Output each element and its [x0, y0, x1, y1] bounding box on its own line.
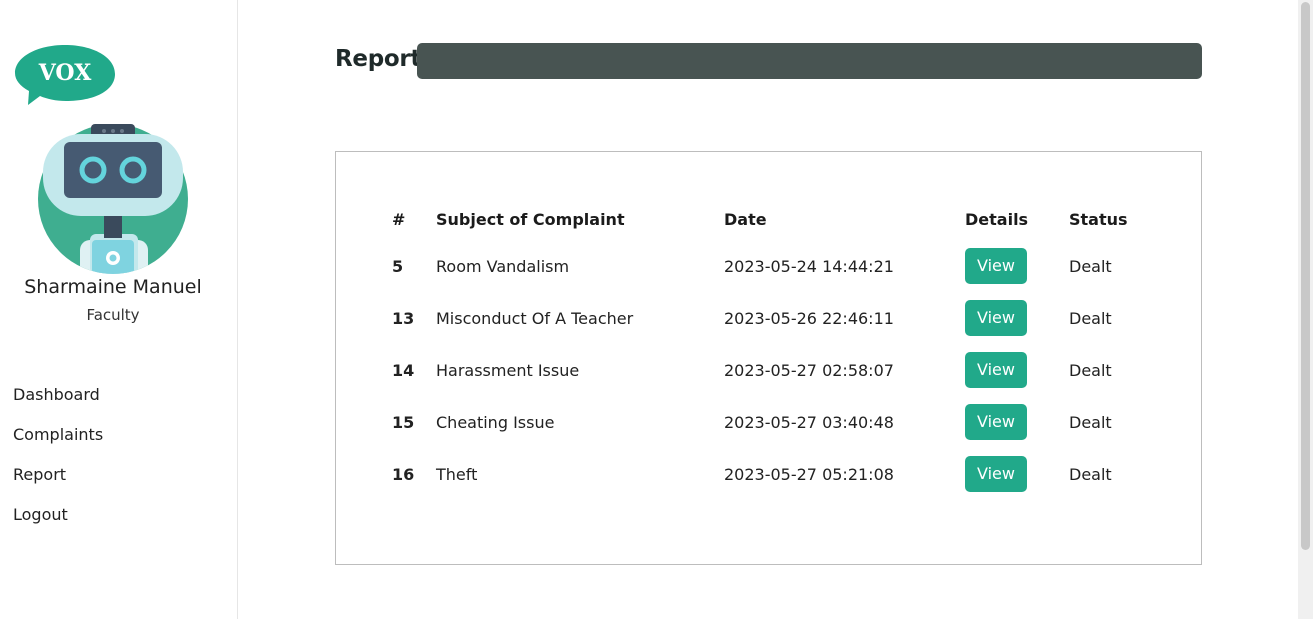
table-row: 13 Misconduct Of A Teacher 2023-05-26 22…: [384, 292, 1159, 344]
cell-subject: Harassment Issue: [436, 360, 580, 380]
cell-id: 16: [392, 464, 415, 484]
cell-date: 2023-05-26 22:46:11: [724, 308, 894, 328]
report-table: # Subject of Complaint Date Details Stat…: [384, 198, 1159, 500]
page-title: Report: [335, 46, 422, 72]
logo-text: VOX: [38, 60, 92, 86]
cell-status: Dealt: [1069, 464, 1112, 484]
nav-report[interactable]: Report: [13, 464, 103, 504]
cell-date: 2023-05-24 14:44:21: [724, 256, 894, 276]
cell-date: 2023-05-27 02:58:07: [724, 360, 894, 380]
user-role: Faculty: [86, 306, 140, 324]
cell-id: 15: [392, 412, 415, 432]
cell-details: View: [965, 448, 1069, 500]
table-header-row: # Subject of Complaint Date Details Stat…: [384, 198, 1159, 240]
table-row: 16 Theft 2023-05-27 05:21:08 View Dealt: [384, 448, 1159, 500]
cell-status: Dealt: [1069, 412, 1112, 432]
col-header-details: Details: [965, 209, 1029, 229]
nav-complaints[interactable]: Complaints: [13, 424, 103, 464]
cell-subject: Room Vandalism: [436, 256, 570, 276]
title-row: Report: [335, 43, 1202, 79]
view-button[interactable]: View: [965, 404, 1027, 440]
cell-subject: Misconduct Of A Teacher: [436, 308, 634, 328]
view-button[interactable]: View: [965, 300, 1027, 336]
user-name: Sharmaine Manuel: [24, 276, 202, 298]
robot-avatar: [38, 124, 188, 274]
cell-details: View: [965, 292, 1069, 344]
table-row: 5 Room Vandalism 2023-05-24 14:44:21 Vie…: [384, 240, 1159, 292]
view-button[interactable]: View: [965, 352, 1027, 388]
col-header-subject: Subject of Complaint: [436, 209, 625, 229]
col-header-status: Status: [1069, 209, 1128, 229]
cell-id: 5: [392, 256, 404, 276]
cell-status: Dealt: [1069, 308, 1112, 328]
vox-logo: VOX: [15, 45, 115, 105]
sidebar-nav: Dashboard Complaints Report Logout: [13, 384, 103, 544]
cell-status: Dealt: [1069, 256, 1112, 276]
cell-date: 2023-05-27 03:40:48: [724, 412, 894, 432]
view-button[interactable]: View: [965, 456, 1027, 492]
report-card: # Subject of Complaint Date Details Stat…: [335, 151, 1202, 565]
cell-date: 2023-05-27 05:21:08: [724, 464, 894, 484]
view-button[interactable]: View: [965, 248, 1027, 284]
sidebar: VOX Sharmaine Manuel Faculty Dashboard C…: [0, 0, 238, 619]
title-redaction-bar: [417, 43, 1202, 79]
col-header-number: #: [392, 209, 406, 229]
cell-status: Dealt: [1069, 360, 1112, 380]
col-header-date: Date: [724, 209, 767, 229]
cell-details: View: [965, 396, 1069, 448]
scrollbar-thumb[interactable]: [1301, 2, 1310, 550]
nav-logout[interactable]: Logout: [13, 504, 103, 544]
page-scrollbar[interactable]: [1298, 0, 1313, 619]
cell-subject: Cheating Issue: [436, 412, 555, 432]
cell-id: 14: [392, 360, 415, 380]
cell-id: 13: [392, 308, 415, 328]
cell-details: View: [965, 344, 1069, 396]
table-row: 15 Cheating Issue 2023-05-27 03:40:48 Vi…: [384, 396, 1159, 448]
cell-details: View: [965, 240, 1069, 292]
cell-subject: Theft: [436, 464, 478, 484]
nav-dashboard[interactable]: Dashboard: [13, 384, 103, 424]
table-row: 14 Harassment Issue 2023-05-27 02:58:07 …: [384, 344, 1159, 396]
